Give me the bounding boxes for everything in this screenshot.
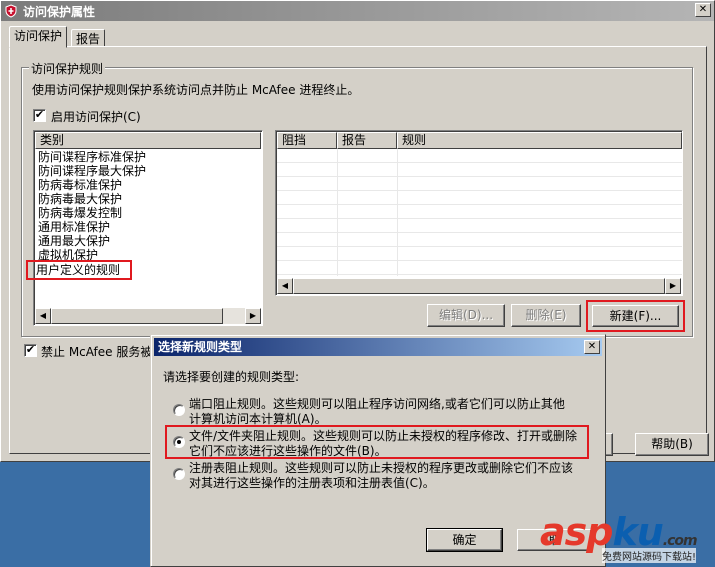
scroll-right-icon[interactable]: ▶ [245,308,261,324]
dialog-titlebar[interactable]: 选择新规则类型 [154,338,602,356]
tab-access-protection[interactable]: 访问保护 [9,26,68,48]
group-description: 使用访问保护规则保护系统访问点并防止 McAfee 进程终止。 [32,83,360,97]
tab-report[interactable]: 报告 [71,29,106,47]
list-item[interactable]: 通用标准保护 [36,220,110,234]
tab-label: 报告 [76,32,101,46]
edit-button[interactable]: 编辑(D)... [427,304,505,327]
list-item[interactable]: 防病毒最大保护 [36,192,122,206]
port-rule-radio[interactable] [173,404,185,416]
prevent-stop-checkbox[interactable]: ✔ [24,344,37,357]
watermark-subtitle: 免费网站源码下载站! [602,548,697,563]
scroll-right-icon[interactable]: ▶ [665,278,681,294]
rules-table-body[interactable] [277,149,682,276]
select-rule-type-dialog: 选择新规则类型 ✕ 请选择要创建的规则类型: 端口阻止规则。这些规则可以阻止程序… [150,334,606,567]
option-line: 它们不应该进行这些操作的文件(B)。 [189,444,387,458]
registry-rule-radio[interactable] [173,468,185,480]
list-item[interactable]: 防病毒标准保护 [36,178,122,192]
list-item[interactable]: 通用最大保护 [36,234,110,248]
column-label: 报告 [342,133,367,147]
rules-table[interactable]: 阻挡 报告 规则 ◀ ▶ [275,130,683,296]
delete-button[interactable]: 删除(E) [511,304,581,327]
scroll-thumb[interactable] [51,308,223,324]
group-label: 访问保护规则 [29,60,106,77]
column-header-block[interactable]: 阻挡 [277,132,337,149]
column-divider [397,149,398,276]
close-icon[interactable]: ✕ [695,3,711,17]
prevent-stop-label: 禁止 McAfee 服务被停 [41,345,151,359]
list-item[interactable]: 防间谍程序最大保护 [36,164,146,178]
shield-icon [5,4,17,18]
column-header-report[interactable]: 报告 [337,132,397,149]
list-item-user-defined[interactable]: 用户定义的规则 [26,260,132,280]
rules-hscrollbar[interactable]: ◀ ▶ [277,278,681,294]
category-list-header[interactable]: 类别 [35,132,261,149]
option-line: 端口阻止规则。这些规则可以阻止程序访问网络,或者它们可以防止其他 [189,397,565,411]
port-rule-label[interactable]: 端口阻止规则。这些规则可以阻止程序访问网络,或者它们可以防止其他 计算机访问本计… [189,397,565,427]
ok-button[interactable]: 确定 [426,528,503,552]
window-title: 访问保护属性 [23,5,96,19]
option-line: 对其进行这些操作的注册表项和注册表值(C)。 [189,476,435,490]
scroll-left-icon[interactable]: ◀ [35,308,51,324]
column-header-rule[interactable]: 规则 [397,132,682,149]
option-line: 注册表阻止规则。这些规则可以防止未授权的程序更改或删除它们不应该 [189,461,574,475]
list-item[interactable]: 防间谍程序标准保护 [36,150,146,164]
file-rule-radio[interactable] [173,436,185,448]
file-rule-label[interactable]: 文件/文件夹阻止规则。这些规则可以防止未授权的程序修改、打开或删除 它们不应该进… [189,429,577,459]
header-label: 类别 [40,133,65,147]
category-list[interactable]: 类别 防间谍程序标准保护 防间谍程序最大保护 防病毒标准保护 防病毒最大保护 防… [26,130,263,326]
dialog-title: 选择新规则类型 [158,340,243,354]
scroll-thumb[interactable] [293,278,665,294]
tab-label: 访问保护 [14,29,63,43]
enable-access-protection-label: 启用访问保护(C) [51,110,141,124]
help-button[interactable]: 帮助(B) [635,433,709,456]
new-button[interactable]: 新建(F)... [592,305,679,327]
close-icon[interactable]: ✕ [584,340,600,354]
category-hscrollbar[interactable]: ◀ ▶ [35,308,261,324]
dialog-prompt: 请选择要创建的规则类型: [163,370,300,384]
window-titlebar[interactable]: 访问保护属性 ✕ [1,1,714,21]
column-divider [337,149,338,276]
column-label: 规则 [402,133,427,147]
radio-dot [177,440,181,444]
column-label: 阻挡 [282,133,307,147]
scroll-left-icon[interactable]: ◀ [277,278,293,294]
option-line: 文件/文件夹阻止规则。这些规则可以防止未授权的程序修改、打开或删除 [189,429,578,443]
watermark-suffix: .com [662,533,698,549]
enable-access-protection-checkbox[interactable]: ✔ [33,109,46,122]
registry-rule-label[interactable]: 注册表阻止规则。这些规则可以防止未授权的程序更改或删除它们不应该 对其进行这些操… [189,461,573,491]
list-item[interactable]: 防病毒爆发控制 [36,206,122,220]
